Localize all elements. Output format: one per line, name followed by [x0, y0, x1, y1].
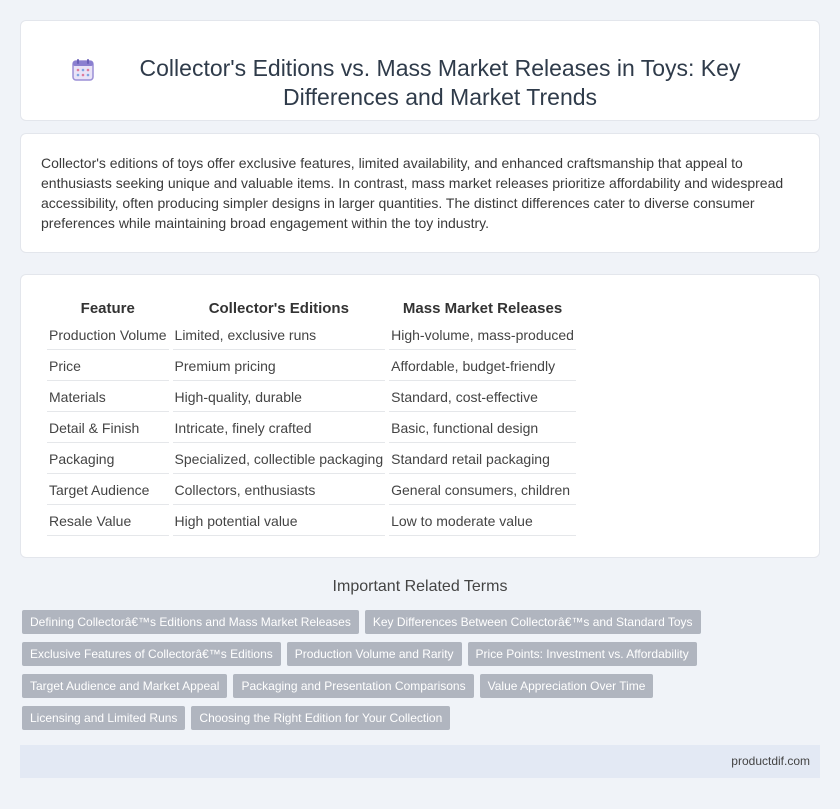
tag-link[interactable]: Target Audience and Market Appeal: [22, 674, 228, 698]
table-cell: Packaging: [47, 445, 169, 474]
header-card: Collector's Editions vs. Mass Market Rel…: [20, 20, 820, 121]
table-cell: Standard, cost-effective: [389, 383, 576, 412]
table-cell: Resale Value: [47, 507, 169, 536]
table-row: Resale Value High potential value Low to…: [47, 507, 576, 536]
table-cell: Detail & Finish: [47, 414, 169, 443]
tag-link[interactable]: Production Volume and Rarity: [286, 642, 462, 666]
tag-link[interactable]: Exclusive Features of Collectorâ€™s Edit…: [22, 642, 281, 666]
tag-link[interactable]: Packaging and Presentation Comparisons: [233, 674, 474, 698]
table-row: Target Audience Collectors, enthusiasts …: [47, 476, 576, 505]
column-header: Feature: [80, 299, 135, 317]
table-cell: High-volume, mass-produced: [389, 321, 576, 350]
column-header: Mass Market Releases: [402, 299, 563, 317]
related-terms-title: Important Related Terms: [332, 578, 508, 595]
table-cell: Low to moderate value: [389, 507, 576, 536]
table-cell: Affordable, budget-friendly: [389, 352, 576, 381]
footer: productdif.com: [20, 745, 820, 778]
table-cell: Materials: [47, 383, 169, 412]
table-cell: General consumers, children: [389, 476, 576, 505]
table-cell: Price: [47, 352, 169, 381]
page-title: Collector's Editions vs. Mass Market Rel…: [139, 55, 741, 110]
table-cell: Production Volume: [47, 321, 169, 350]
footer-site-link[interactable]: productdif.com: [731, 754, 810, 768]
table-row: Detail & Finish Intricate, finely crafte…: [47, 414, 576, 443]
table-cell: Intricate, finely crafted: [172, 414, 386, 443]
table-cell: Standard retail packaging: [389, 445, 576, 474]
comparison-card: Feature Collector's Editions Mass Market…: [20, 274, 820, 558]
table-cell: High-quality, durable: [172, 383, 386, 412]
table-cell: Premium pricing: [172, 352, 386, 381]
table-cell: High potential value: [172, 507, 386, 536]
tag-link[interactable]: Licensing and Limited Runs: [22, 706, 186, 730]
comparison-table: Feature Collector's Editions Mass Market…: [43, 295, 580, 538]
table-cell: Limited, exclusive runs: [172, 321, 386, 350]
table-row: Price Premium pricing Affordable, budget…: [47, 352, 576, 381]
tag-link[interactable]: Value Appreciation Over Time: [479, 674, 654, 698]
table-row: Materials High-quality, durable Standard…: [47, 383, 576, 412]
title-wrap: Collector's Editions vs. Mass Market Rel…: [60, 29, 780, 112]
tag-link[interactable]: Price Points: Investment vs. Affordabili…: [467, 642, 697, 666]
tag-link[interactable]: Key Differences Between Collectorâ€™s an…: [364, 610, 701, 634]
table-cell: Specialized, collectible packaging: [172, 445, 386, 474]
table-row: Packaging Specialized, collectible packa…: [47, 445, 576, 474]
table-cell: Basic, functional design: [389, 414, 576, 443]
intro-text: Collector's editions of toys offer exclu…: [41, 155, 784, 231]
calendar-icon: [72, 59, 94, 81]
table-header-row: Feature Collector's Editions Mass Market…: [47, 297, 576, 319]
tag-link[interactable]: Choosing the Right Edition for Your Coll…: [191, 706, 451, 730]
table-cell: Target Audience: [47, 476, 169, 505]
related-tags: Defining Collectorâ€™s Editions and Mass…: [22, 610, 822, 738]
intro-card: Collector's editions of toys offer exclu…: [20, 133, 820, 253]
table-row: Production Volume Limited, exclusive run…: [47, 321, 576, 350]
tag-link[interactable]: Defining Collectorâ€™s Editions and Mass…: [22, 610, 359, 634]
column-header: Collector's Editions: [208, 299, 349, 317]
table-cell: Collectors, enthusiasts: [172, 476, 386, 505]
